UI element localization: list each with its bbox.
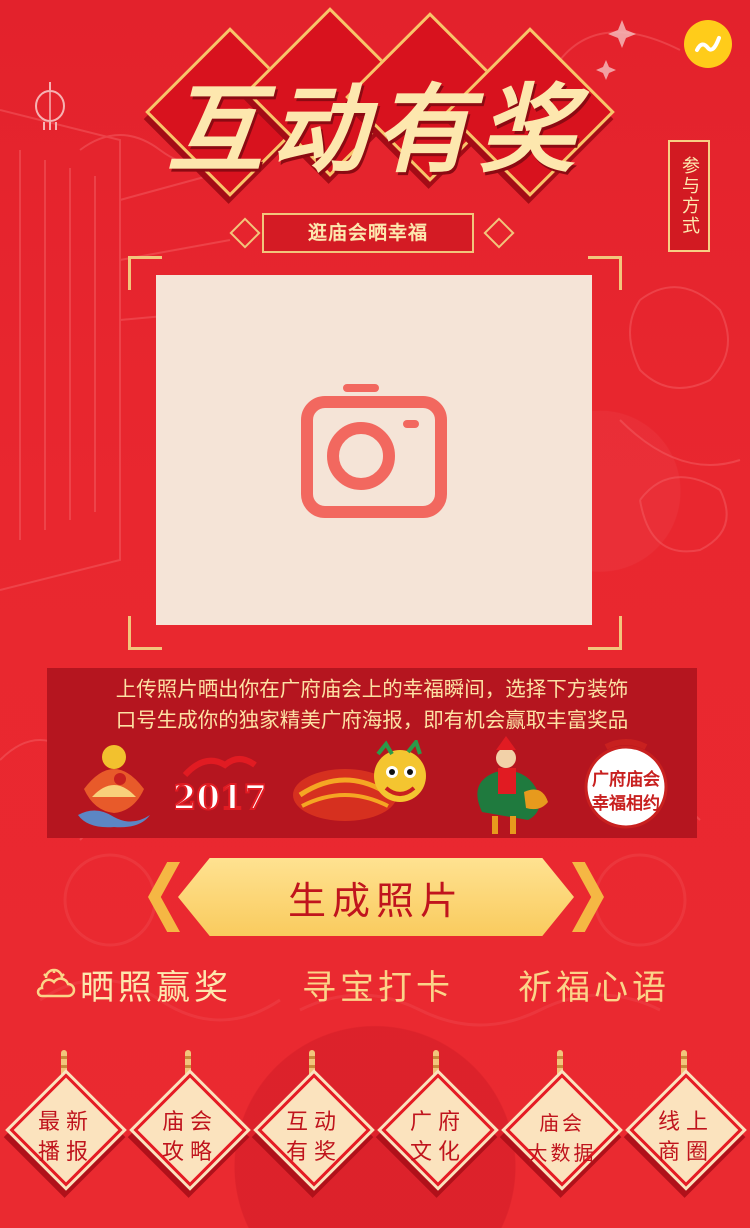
svg-text:幸福相约: 幸福相约 [592,793,660,814]
tab-blessing-words[interactable]: 祈福心语 [518,960,670,1009]
svg-text:2017: 2017 [175,778,265,818]
description-line: 上传照片晒出你在广府庙会上的幸福瞬间，选择下方装饰 [115,677,629,701]
cloud-icon [36,968,76,998]
nav-fair-big-data[interactable]: 庙会 大数据 [500,1050,620,1200]
svg-text:广府庙会: 广府庙会 [592,769,660,790]
subtitle-banner: 逛庙会晒幸福 [262,213,474,253]
lion-dance-sticker[interactable] [290,738,440,832]
chevron-left-icon [148,862,180,932]
lantern-icon [30,82,70,132]
nav-label-line: 文化 [409,1140,466,1165]
chevron-right-icon [572,862,604,932]
nav-online-shopping[interactable]: 线上 商圈 [624,1050,744,1200]
nav-interactive-prize[interactable]: 互动 有奖 [252,1050,372,1200]
nav-label-line: 庙会 [539,1111,585,1135]
tab-photo-prize[interactable]: 晒照赢奖 [80,960,232,1009]
generate-photo-button-wrap: 生成照片 [148,856,604,938]
description-line: 口号生成你的独家精美广府海报，即有机会赢取丰富奖品 [115,708,629,732]
page-title: 互动有奖 [167,73,583,186]
music-note-icon[interactable] [684,20,732,68]
frame-corner [588,616,622,650]
rooster-fan-sticker[interactable] [74,738,154,832]
nav-label-line: 互动 [285,1110,342,1135]
participation-method-button[interactable]: 参与方式 [668,140,710,252]
nav-label-line: 线上 [657,1110,714,1135]
nav-label-line: 攻略 [161,1140,218,1165]
nav-label-line: 庙会 [161,1110,218,1135]
nav-fair-guide[interactable]: 庙会 攻略 [128,1050,248,1200]
miaohui-text-sticker[interactable]: 广府庙会 幸福相约 [582,738,670,832]
nav-label-line: 广府 [409,1110,466,1135]
nav-guangfu-culture[interactable]: 广府 文化 [376,1050,496,1200]
frame-corner [588,256,622,290]
tab-treasure-checkin[interactable]: 寻宝打卡 [302,960,454,1009]
camera-icon [301,384,447,518]
description-text: 上传照片晒出你在广府庙会上的幸福瞬间，选择下方装饰 口号生成你的独家精美广府海报… [47,674,697,736]
nav-label-line: 播报 [37,1140,94,1165]
tab-bar: 晒照赢奖 寻宝打卡 祈福心语 [30,960,720,1014]
photo-upload-area[interactable] [156,275,592,625]
nav-label-line: 最新 [37,1110,94,1135]
nav-label-line: 商圈 [657,1140,714,1165]
rooster-rider-sticker[interactable] [462,736,554,834]
title-banner: 互动有奖 [145,7,615,202]
nav-label-line: 大数据 [527,1141,597,1165]
nav-label-line: 有奖 [285,1140,342,1165]
2017-sticker[interactable]: 2017 [175,738,265,832]
generate-photo-button[interactable]: 生成照片 [178,858,574,936]
nav-latest-news[interactable]: 最新 播报 [4,1050,124,1200]
